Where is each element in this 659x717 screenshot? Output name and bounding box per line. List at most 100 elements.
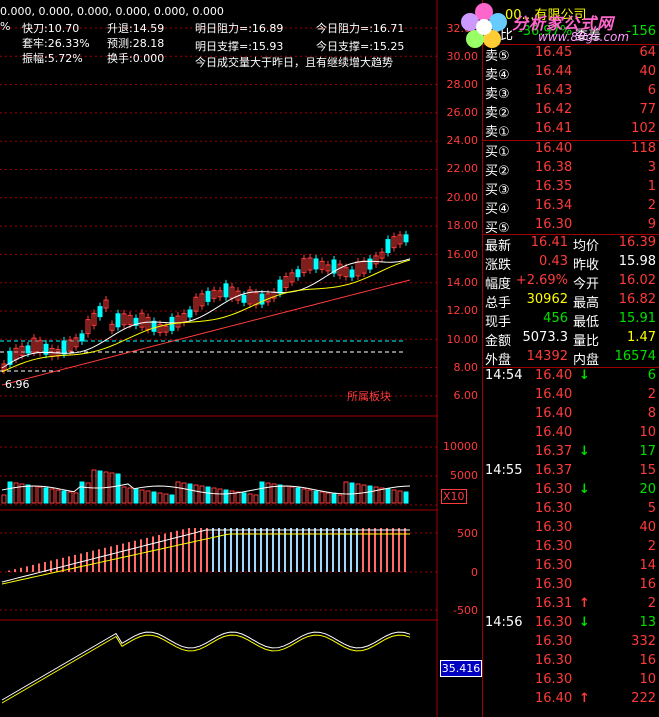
candle-body bbox=[349, 269, 355, 278]
tick-volume: 222 bbox=[631, 691, 656, 706]
tick-volume: 10 bbox=[639, 672, 656, 687]
buy-order-row[interactable]: 买② 16.38 3 bbox=[483, 160, 656, 179]
quote-stats: 最新 16.41 均价 16.39 涨跌 0.43 昨收 15.98 幅度 +2.69% 今开 16.… bbox=[483, 235, 659, 368]
buy-order-row[interactable]: 买④ 16.34 2 bbox=[483, 198, 656, 217]
order-price: 16.38 bbox=[535, 160, 573, 175]
order-volume: 1 bbox=[647, 179, 656, 194]
order-volume: 118 bbox=[631, 141, 656, 156]
kline-chart[interactable] bbox=[0, 0, 438, 717]
sell-order-row[interactable]: 卖④ 16.44 40 bbox=[483, 64, 656, 83]
jin-zuli-text: 今日阻力=:16.71 bbox=[316, 22, 405, 35]
stat-label: 总手 bbox=[485, 296, 512, 311]
tick-row: 14:56 16.30 ↓ 13 bbox=[483, 615, 656, 634]
quote-stat-row: 外盘 14392 内盘 16574 bbox=[483, 349, 656, 368]
volume-axis: 10000 5000 bbox=[438, 420, 482, 510]
candle-body bbox=[295, 269, 301, 278]
sell-order-row[interactable]: 卖① 16.41 102 bbox=[483, 121, 656, 140]
axis-tick-label: 10000 bbox=[443, 440, 478, 453]
tick-price: 16.37 bbox=[535, 444, 573, 459]
tick-price: 16.30 bbox=[535, 482, 573, 497]
stat-value: +2.69% bbox=[515, 273, 568, 288]
volume-bar bbox=[391, 489, 397, 504]
volume-bar bbox=[205, 486, 211, 504]
candle-body bbox=[403, 234, 409, 243]
volume-bar bbox=[289, 486, 295, 504]
jin-zhicheng-text: 今日支撑=:15.25 bbox=[316, 40, 405, 53]
candle-body bbox=[115, 313, 121, 328]
stat-value: 16.39 bbox=[618, 235, 656, 250]
stat-value: 456 bbox=[543, 311, 568, 326]
volume-bar bbox=[43, 487, 49, 504]
tick-volume: 332 bbox=[631, 634, 656, 649]
volume-bar bbox=[67, 491, 73, 504]
tick-price: 16.30 bbox=[535, 672, 573, 687]
chart-area[interactable]: 0.000, 0.000, 0.000, 0.000, 0.000, 0.000… bbox=[0, 0, 482, 717]
volume-bar bbox=[373, 486, 379, 504]
order-volume: 9 bbox=[647, 217, 656, 232]
axis-tick-label: 14.00 bbox=[446, 276, 479, 289]
order-volume: 64 bbox=[639, 45, 656, 60]
order-price: 16.44 bbox=[535, 64, 573, 79]
volume-bar bbox=[13, 482, 19, 504]
weicha-value: -156 bbox=[626, 24, 656, 39]
yuce-text: 预测:28.18 bbox=[107, 37, 165, 50]
tick-time: 14:55 bbox=[485, 463, 523, 478]
tick-price: 16.30 bbox=[535, 501, 573, 516]
buy-order-row[interactable]: 买③ 16.35 1 bbox=[483, 179, 656, 198]
sell-order-row[interactable]: 卖② 16.42 77 bbox=[483, 102, 656, 121]
tick-row: 16.37 ↓ 17 bbox=[483, 444, 656, 463]
volume-bar bbox=[1, 494, 7, 504]
tick-row: 14:55 16.37 15 bbox=[483, 463, 656, 482]
candle-body bbox=[205, 290, 211, 302]
price-axis: 32.00 30.00 28.00 26.00 24.00 22.00 20.00 18.00… bbox=[438, 0, 482, 420]
tick-volume: 14 bbox=[639, 558, 656, 573]
stat-label: 外盘 bbox=[485, 353, 512, 368]
buy-order-row[interactable]: 买① 16.40 118 bbox=[483, 141, 656, 160]
tick-price: 16.30 bbox=[535, 653, 573, 668]
sell-order-row[interactable]: 卖③ 16.43 6 bbox=[483, 83, 656, 102]
axis-tick-label: 24.00 bbox=[446, 134, 479, 147]
tick-list[interactable]: 14:54 16.40 ↓ 6 16.40 2 16.40 8 16.40 10 16.37 ↓ 17 1… bbox=[483, 368, 659, 717]
volume-bar bbox=[133, 488, 139, 504]
tick-price: 16.30 bbox=[535, 558, 573, 573]
up-arrow-icon: ↑ bbox=[579, 596, 590, 611]
volume-bar bbox=[175, 481, 181, 504]
huanshou-text: 换手:0.000 bbox=[107, 52, 165, 65]
candle-body bbox=[61, 340, 67, 355]
sector-label[interactable]: 所属板块 bbox=[347, 388, 391, 404]
volume-bar bbox=[313, 490, 319, 504]
stat-value: 1.47 bbox=[627, 330, 656, 345]
quote-stat-row: 现手 456 最低 15.91 bbox=[483, 311, 656, 330]
tick-price: 16.30 bbox=[535, 577, 573, 592]
volume-bar bbox=[169, 494, 175, 504]
axis-tick-label: 0 bbox=[471, 566, 478, 579]
tick-row: 16.40 8 bbox=[483, 406, 656, 425]
volume-bar bbox=[385, 488, 391, 504]
kuaidao-text: 快刀:10.70 bbox=[22, 22, 80, 35]
quote-stat-row: 幅度 +2.69% 今开 16.02 bbox=[483, 273, 656, 292]
stat-value: 5073.3 bbox=[522, 330, 569, 345]
tick-price: 16.30 bbox=[535, 615, 573, 630]
tick-volume: 2 bbox=[647, 596, 656, 611]
volume-bar bbox=[235, 491, 241, 504]
zhenfu-text: 振幅:5.72% bbox=[22, 52, 83, 65]
order-level-label: 卖④ bbox=[485, 68, 510, 83]
axis-tick-label: 12.00 bbox=[446, 304, 479, 317]
macd-axis: 500 0 -500 bbox=[438, 510, 482, 620]
stat-value: 15.91 bbox=[618, 311, 656, 326]
order-volume: 2 bbox=[647, 198, 656, 213]
volume-bar bbox=[55, 489, 61, 504]
axis-tick-label: 22.00 bbox=[446, 162, 479, 175]
tick-volume: 2 bbox=[647, 387, 656, 402]
order-level-label: 卖① bbox=[485, 125, 510, 140]
tick-price: 16.40 bbox=[535, 406, 573, 421]
stat-value: 16.41 bbox=[530, 235, 568, 250]
candle-body bbox=[385, 239, 391, 254]
tick-volume: 5 bbox=[647, 501, 656, 516]
axis-tick-label: 20.00 bbox=[446, 191, 479, 204]
axis-tick-label: 30.00 bbox=[446, 50, 479, 63]
tick-volume: 6 bbox=[647, 368, 656, 383]
stat-value: 16.02 bbox=[618, 273, 656, 288]
axis-tick-label: -500 bbox=[453, 604, 478, 617]
volume-trend-note: 今日成交量大于昨日，且有继续增大趋势 bbox=[195, 56, 393, 69]
